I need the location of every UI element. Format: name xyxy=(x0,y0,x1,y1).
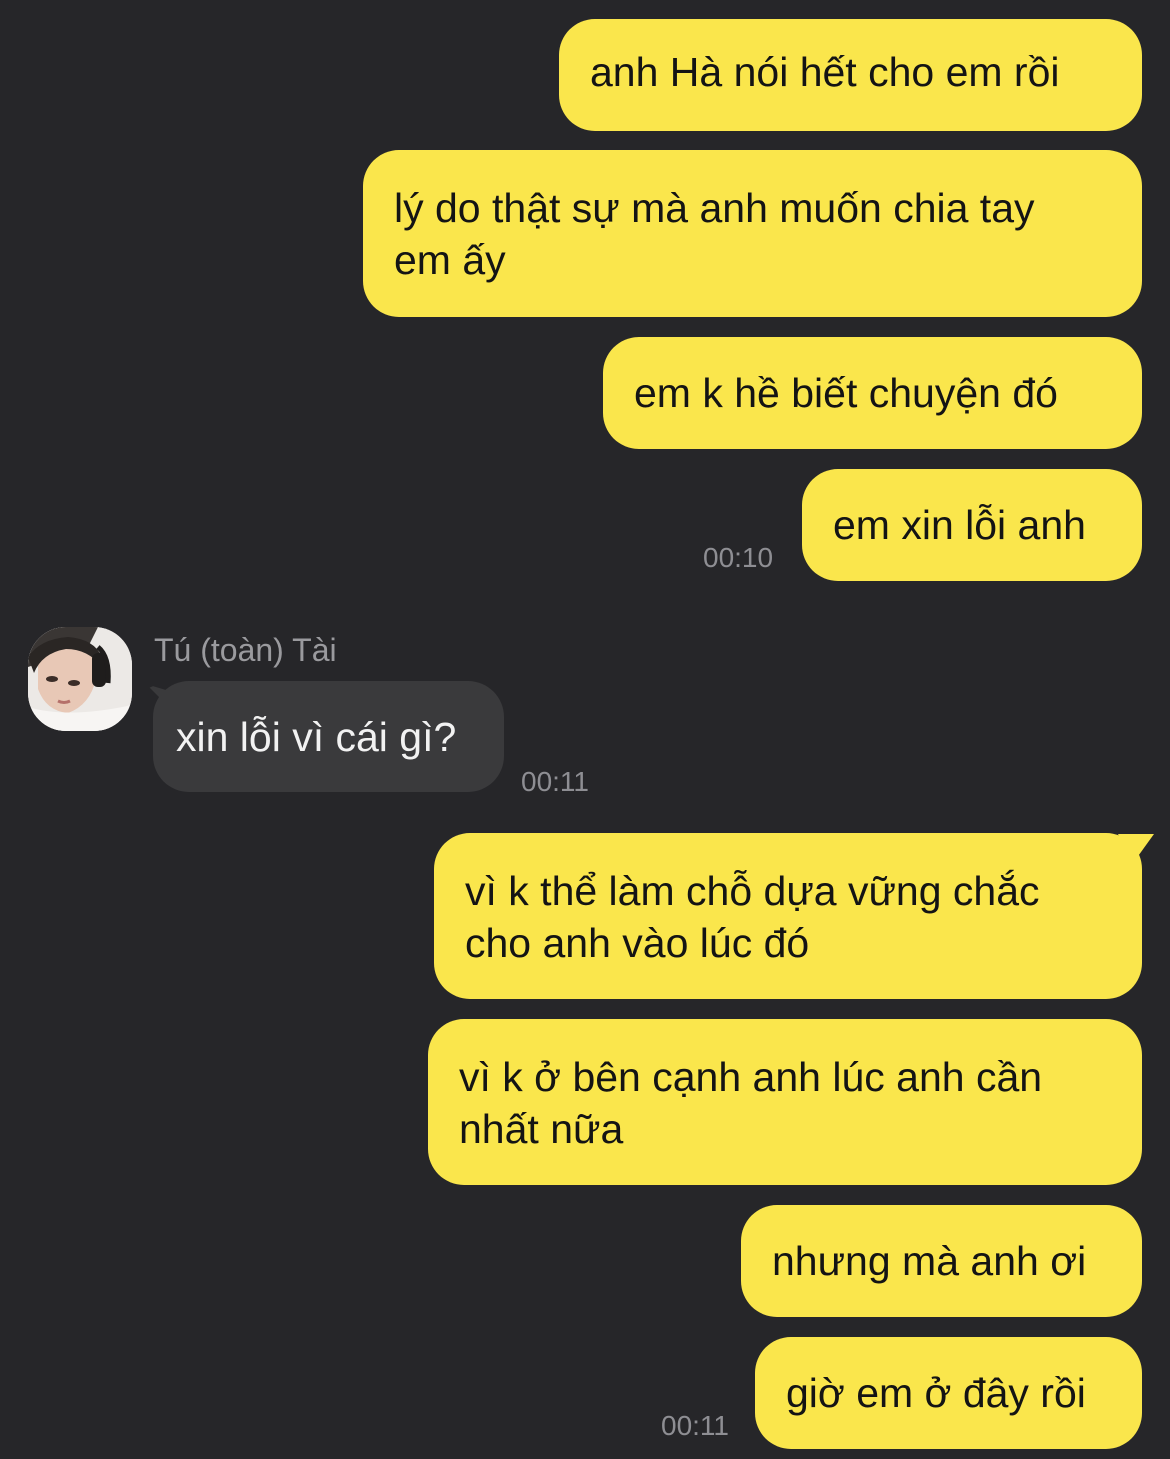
outgoing-message[interactable]: giờ em ở đây rồi xyxy=(755,1337,1142,1449)
outgoing-message[interactable]: anh Hà nói hết cho em rồi xyxy=(559,19,1142,131)
message-text-line: lý do thật sự mà anh muốn chia tay xyxy=(394,185,1035,231)
message-text: xin lỗi vì cái gì? xyxy=(176,714,457,760)
message-text-line: cho anh vào lúc đó xyxy=(465,920,810,966)
incoming-message[interactable]: xin lỗi vì cái gì? xyxy=(153,681,504,792)
avatar-photo-icon xyxy=(28,627,132,731)
message-text: giờ em ở đây rồi xyxy=(786,1370,1086,1416)
message-text: em k hề biết chuyện đó xyxy=(634,370,1058,416)
message-text-line: nhất nữa xyxy=(459,1106,624,1152)
outgoing-message[interactable]: nhưng mà anh ơi xyxy=(741,1205,1142,1317)
outgoing-message[interactable]: vì k ở bên cạnh anh lúc anh cần nhất nữa xyxy=(428,1019,1142,1185)
outgoing-message[interactable]: em xin lỗi anh xyxy=(802,469,1142,581)
outgoing-message[interactable]: em k hề biết chuyện đó xyxy=(603,337,1142,449)
outgoing-message[interactable]: lý do thật sự mà anh muốn chia tay em ấy xyxy=(363,150,1142,317)
message-text-line: vì k ở bên cạnh anh lúc anh cần xyxy=(459,1054,1043,1100)
message-text-line: vì k thể làm chỗ dựa vững chắc xyxy=(465,868,1040,914)
message-text: anh Hà nói hết cho em rồi xyxy=(590,49,1060,95)
message-timestamp: 00:10 xyxy=(703,542,774,573)
sender-name: Tú (toàn) Tài xyxy=(154,632,337,668)
message-text: nhưng mà anh ơi xyxy=(772,1238,1087,1284)
message-timestamp: 00:11 xyxy=(521,766,589,797)
message-timestamp: 00:11 xyxy=(661,1410,729,1441)
message-text: em xin lỗi anh xyxy=(833,502,1086,548)
message-text-line: em ấy xyxy=(394,237,506,283)
outgoing-message[interactable]: vì k thể làm chỗ dựa vững chắc cho anh v… xyxy=(434,833,1142,999)
sender-avatar[interactable] xyxy=(28,627,132,731)
